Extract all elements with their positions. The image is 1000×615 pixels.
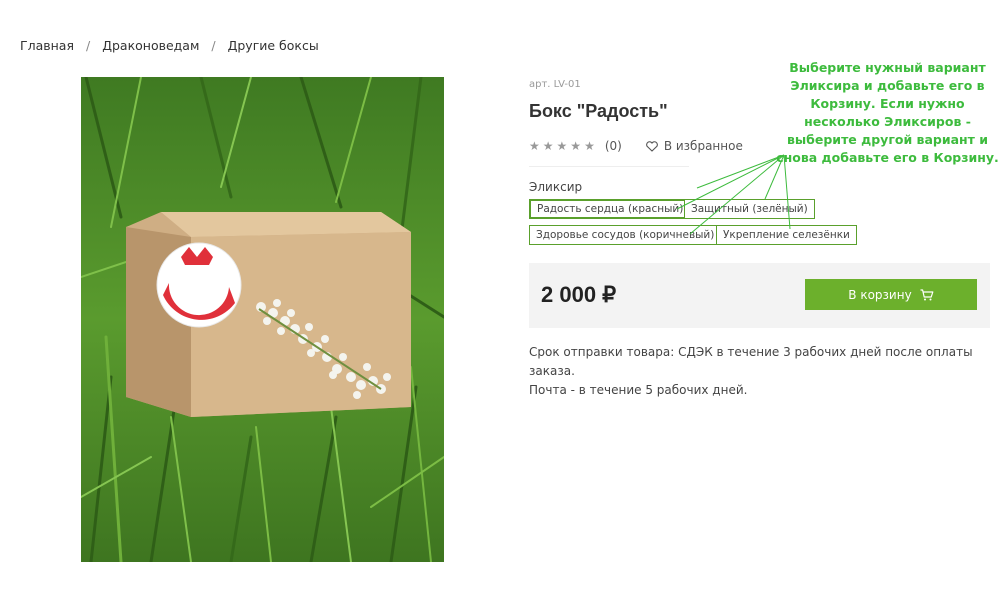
rating-row: ★ ★ ★ ★ ★ (0) В избранное bbox=[529, 139, 743, 153]
product-title: Бокс "Радость" bbox=[529, 101, 668, 121]
star-icon[interactable]: ★ bbox=[570, 140, 581, 152]
breadcrumb-other-boxes[interactable]: Другие боксы bbox=[228, 38, 319, 53]
instruction-annotation: Выберите нужный вариант Эликсира и добав… bbox=[776, 60, 999, 165]
elixir-option-spleen[interactable]: Укрепление селезёнки bbox=[716, 225, 857, 245]
product-box-photo bbox=[81, 77, 444, 562]
breadcrumb: Главная / Драконоведам / Другие боксы bbox=[20, 38, 319, 53]
shipping-info: Срок отправки товара: СДЭК в течение 3 р… bbox=[529, 343, 989, 400]
elixir-label: Эликсир bbox=[529, 180, 583, 194]
cart-button-label: В корзину bbox=[848, 287, 912, 302]
star-icon[interactable]: ★ bbox=[557, 140, 568, 152]
cart-icon bbox=[920, 288, 934, 300]
elixir-option-protective[interactable]: Защитный (зелёный) bbox=[684, 199, 815, 219]
shipping-line: Почта - в течение 5 рабочих дней. bbox=[529, 383, 748, 397]
breadcrumb-separator: / bbox=[86, 38, 91, 53]
add-to-cart-button[interactable]: В корзину bbox=[805, 279, 977, 310]
elixir-option-heart-joy[interactable]: Радость сердца (красный) bbox=[529, 199, 692, 219]
favorite-label: В избранное bbox=[663, 139, 743, 153]
elixir-option-vessel-health[interactable]: Здоровье сосудов (коричневый) bbox=[529, 225, 722, 245]
favorite-button[interactable]: В избранное bbox=[645, 139, 743, 153]
heart-icon bbox=[645, 140, 658, 152]
product-price: 2 000 ₽ bbox=[541, 282, 617, 307]
reviews-count[interactable]: (0) bbox=[605, 139, 622, 153]
divider bbox=[529, 166, 689, 167]
product-image[interactable] bbox=[81, 77, 444, 562]
star-icon[interactable]: ★ bbox=[529, 140, 540, 152]
rating-stars[interactable]: ★ ★ ★ ★ ★ bbox=[529, 140, 595, 152]
product-sku: арт. LV-01 bbox=[529, 79, 581, 90]
price-box: 2 000 ₽ В корзину bbox=[529, 263, 990, 328]
breadcrumb-dragon-lovers[interactable]: Драконоведам bbox=[102, 38, 199, 53]
star-icon[interactable]: ★ bbox=[543, 140, 554, 152]
shipping-line: Срок отправки товара: СДЭК в течение 3 р… bbox=[529, 345, 973, 378]
breadcrumb-separator: / bbox=[211, 38, 216, 53]
breadcrumb-home[interactable]: Главная bbox=[20, 38, 74, 53]
star-icon[interactable]: ★ bbox=[584, 140, 595, 152]
